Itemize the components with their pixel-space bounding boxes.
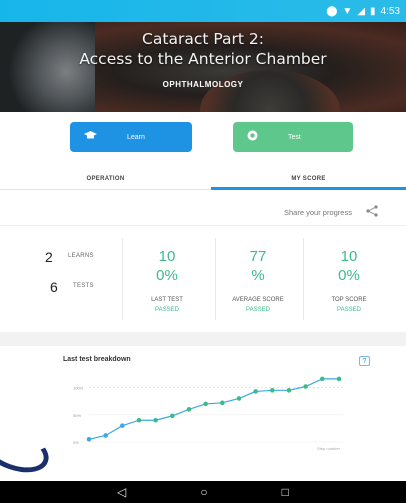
status-bar: ⬤ ▼ ◢ ▮ 4:53 (0, 0, 406, 22)
data-point (286, 388, 292, 393)
app-screen: { "status_bar": {"time": "4:53"}, "heade… (0, 0, 406, 503)
wifi-icon: ▼ (342, 5, 353, 17)
decorative-swoosh (0, 419, 55, 481)
data-point (186, 407, 192, 412)
location-icon: ⬤ (326, 5, 338, 17)
tests-count: 6 (50, 279, 58, 295)
breakdown-card: Last test breakdown ? 0% 50% 100% Step numb… (63, 352, 381, 462)
y-tick-label: 100% (73, 386, 84, 391)
stat-caption: LAST TEST (151, 297, 183, 303)
learns-label: LEARNS (68, 253, 94, 259)
stat-caption: AVERAGE SCORE (232, 297, 284, 303)
stat-value: 77 (249, 248, 267, 265)
divider (0, 225, 406, 226)
procedure-title-line2: Access to the Anterior Chamber (79, 50, 327, 68)
learn-button-label: Learn (127, 133, 145, 141)
share-icon[interactable] (366, 205, 378, 219)
y-tick-label: 50% (73, 413, 81, 418)
breakdown-title: Last test breakdown (63, 356, 131, 363)
data-point (203, 401, 208, 407)
data-point (220, 400, 225, 406)
data-point (270, 388, 275, 393)
data-point (153, 417, 158, 423)
data-point (253, 389, 258, 394)
test-button-label: Test (288, 133, 301, 141)
procedure-header: Cataract Part 2: Access to the Anterior … (0, 22, 406, 112)
record-icon (247, 130, 258, 144)
recent-apps-icon[interactable]: □ (282, 486, 289, 498)
data-point (136, 417, 142, 423)
section-gap (0, 332, 406, 346)
share-progress-label: Share your progress (284, 207, 352, 217)
x-axis-label: Step number (317, 446, 341, 451)
tests-label: TESTS (73, 283, 94, 289)
tab-operation[interactable]: OPERATION (0, 168, 211, 190)
header-photo-eye (200, 70, 340, 112)
divider (122, 238, 123, 320)
learns-count: 2 (45, 249, 53, 265)
back-icon[interactable]: ◁ (117, 486, 126, 498)
data-point (103, 433, 108, 438)
active-tab-indicator (211, 187, 406, 190)
share-progress[interactable]: Share your progress (284, 205, 378, 219)
specialty-label: OPHTHALMOLOGY (162, 80, 244, 89)
battery-icon: ▮ (370, 5, 376, 17)
graduation-cap-icon (84, 130, 97, 144)
system-nav-bar: ◁ ○ □ (0, 481, 406, 503)
stat-status: PASSED (155, 307, 179, 313)
y-tick-label: 0% (73, 440, 79, 445)
home-icon[interactable]: ○ (200, 486, 207, 498)
divider (215, 238, 216, 320)
signal-icon: ◢ (357, 5, 366, 17)
stat-percent: 0% (156, 267, 178, 284)
data-point (170, 413, 175, 419)
stat-value: 10 (158, 248, 176, 265)
stat-value: 10 (340, 248, 358, 265)
data-point (86, 436, 92, 442)
stat-status: PASSED (337, 307, 361, 313)
data-point (303, 384, 308, 389)
status-time: 4:53 (380, 5, 400, 17)
data-point (120, 423, 125, 428)
divider (303, 238, 304, 320)
data-point (320, 376, 325, 382)
learn-button[interactable]: Learn (70, 122, 192, 152)
stat-percent: 0% (338, 267, 360, 284)
stat-status: PASSED (246, 307, 270, 313)
stat-percent: % (251, 267, 265, 284)
data-point (236, 396, 242, 401)
breakdown-chart: 0% 50% 100% Step number (73, 376, 343, 451)
data-point (336, 376, 342, 382)
test-button[interactable]: Test (233, 122, 353, 152)
procedure-title-line1: Cataract Part 2: (142, 30, 264, 48)
stat-caption: TOP SCORE (331, 297, 367, 303)
